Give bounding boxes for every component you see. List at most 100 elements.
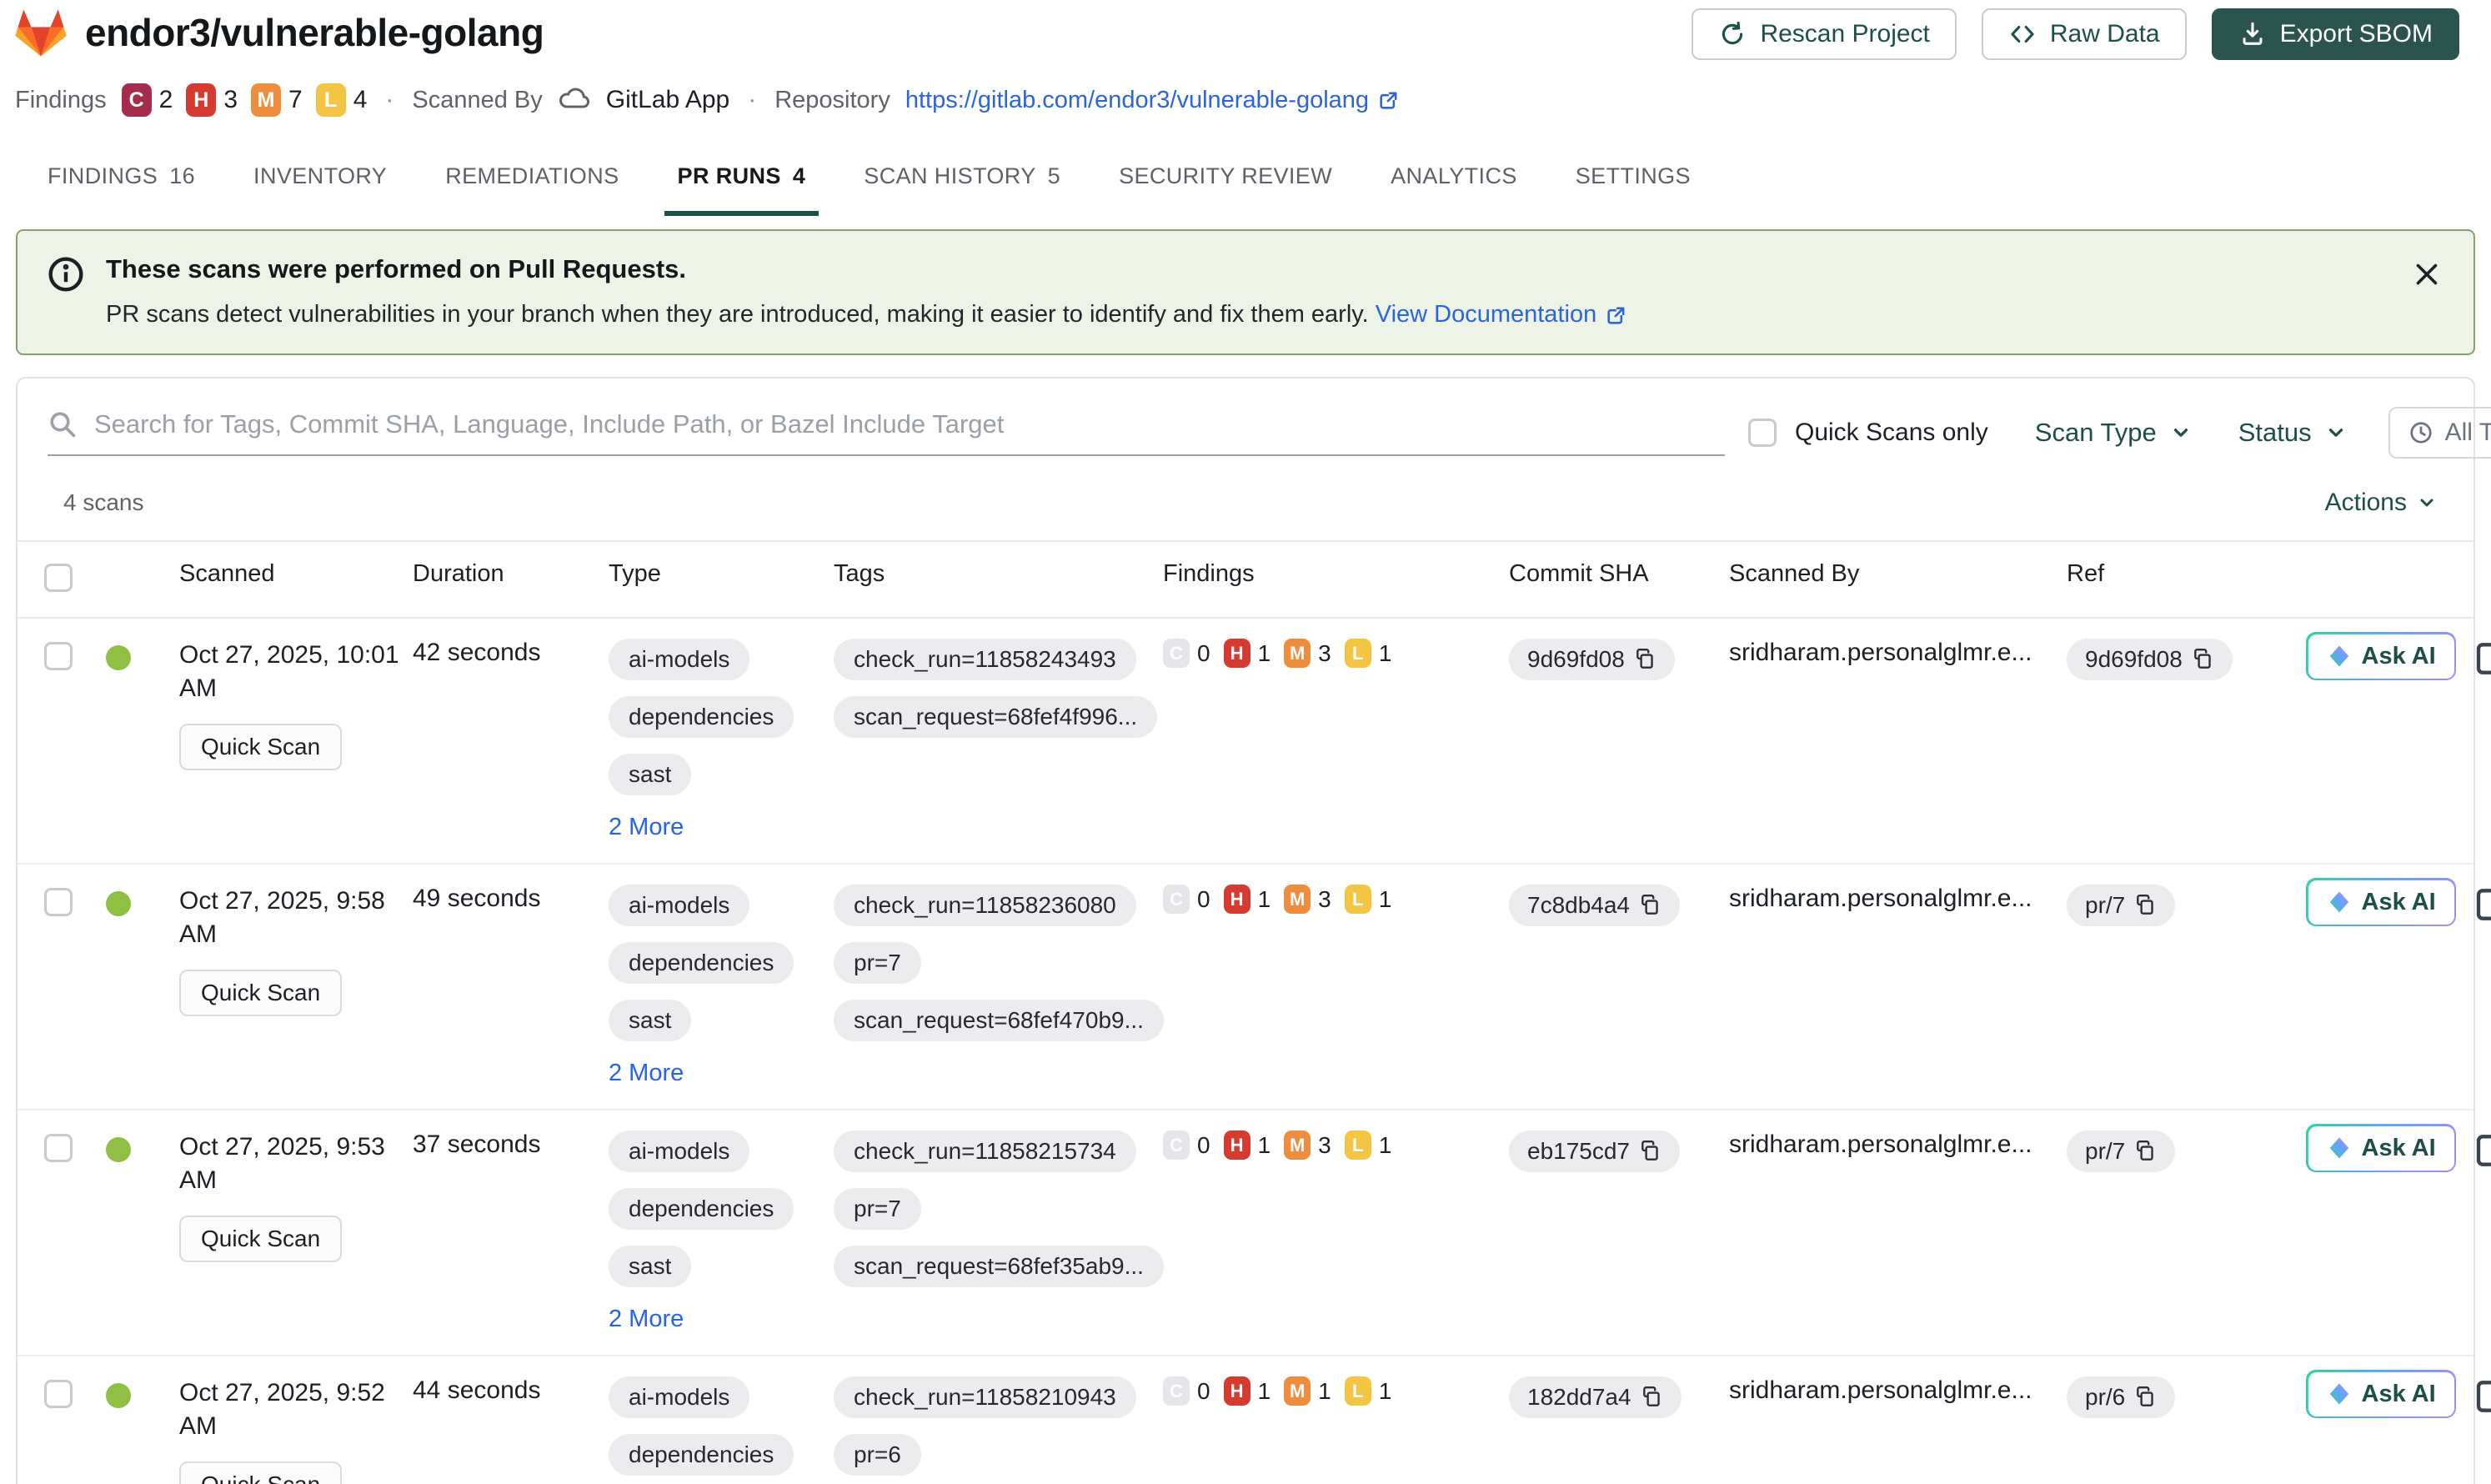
scan-count: 4 scans (63, 489, 144, 515)
banner-body: PR scans detect vulnerabilities in your … (106, 301, 1628, 328)
severity-badge-l: L1 (1344, 1376, 1391, 1406)
repository-link[interactable]: https://gitlab.com/endor3/vulnerable-gol… (905, 87, 1401, 114)
row-checkbox[interactable] (44, 1134, 73, 1162)
tag-pill: scan_request=68fef4f996... (834, 696, 1158, 738)
scanned-by-value: sridharam.personalglmr.e... (1729, 639, 2032, 666)
search-input[interactable] (94, 409, 1725, 439)
tag-pill: pr=6 (834, 1434, 921, 1476)
ref-pill[interactable]: pr/7 (2067, 1131, 2176, 1172)
severity-badge-l: L1 (1344, 885, 1391, 914)
status-filter[interactable]: Status (2238, 418, 2347, 448)
select-all-checkbox[interactable] (44, 564, 73, 592)
table-toolbar: 4 scans Actions (18, 459, 2473, 540)
severity-badge-c: C0 (1163, 1376, 1210, 1406)
copy-icon (1642, 1386, 1660, 1406)
copy-icon (1641, 894, 1658, 915)
ask-ai-button[interactable]: Ask AI (2306, 878, 2457, 926)
tab-security-review[interactable]: SECURITY REVIEW (1115, 163, 1336, 216)
scanned-by-value: sridharam.personalglmr.e... (1729, 885, 2032, 912)
severity-badge-c: C2 (121, 83, 173, 117)
more-types-link[interactable]: 2 More (609, 814, 684, 841)
ask-ai-button[interactable]: Ask AI (2306, 632, 2457, 680)
tag-pill: check_run=11858215734 (834, 1131, 1136, 1172)
copy-icon (2137, 1386, 2153, 1406)
quick-scan-chip[interactable]: Quick Scan (179, 970, 343, 1016)
col-duration: Duration (413, 560, 504, 587)
ai-diamond-icon (2329, 1137, 2348, 1159)
side-panel-icon[interactable] (2474, 640, 2491, 684)
quick-scan-chip[interactable]: Quick Scan (179, 1461, 343, 1484)
tab-inventory[interactable]: INVENTORY (250, 163, 390, 216)
row-checkbox[interactable] (44, 888, 73, 916)
ref-pill[interactable]: 9d69fd08 (2067, 639, 2233, 680)
findings-summary-badges: C2 H3 M7 L4 (121, 83, 367, 117)
table-row: Oct 27, 2025, 9:58 AM Quick Scan 49 seco… (18, 865, 2491, 1110)
export-sbom-button[interactable]: Export SBOM (2211, 8, 2459, 60)
tab-settings[interactable]: SETTINGS (1572, 163, 1694, 216)
severity-badge-m: M7 (251, 83, 303, 117)
scan-date: Oct 27, 2025, 9:52 AM (179, 1379, 385, 1440)
separator-dot: · (385, 86, 394, 113)
copy-icon (2137, 894, 2153, 915)
row-checkbox[interactable] (44, 642, 73, 670)
scanned-by-label: Scanned By (412, 86, 543, 113)
commit-sha-pill[interactable]: 7c8db4a4 (1509, 885, 1681, 926)
quick-scans-checkbox[interactable] (1748, 419, 1777, 447)
quick-scan-chip[interactable]: Quick Scan (179, 1216, 343, 1262)
commit-sha-pill[interactable]: 182dd7a4 (1509, 1376, 1682, 1418)
quick-scan-chip[interactable]: Quick Scan (179, 724, 343, 770)
banner-title: These scans were performed on Pull Reque… (106, 254, 687, 283)
side-panel-icon[interactable] (2474, 1132, 2491, 1176)
tab-findings[interactable]: FINDINGS 16 (44, 163, 198, 216)
severity-badge-h: H1 (1223, 639, 1271, 668)
table-body: Oct 27, 2025, 10:01 AM Quick Scan 42 sec… (18, 619, 2491, 1484)
close-icon[interactable] (2412, 259, 2442, 289)
col-type: Type (609, 560, 661, 587)
tag-pill: dependencies (609, 942, 794, 984)
tab-pr-runs[interactable]: PR RUNS 4 (664, 163, 819, 216)
tag-pill: pr=7 (834, 942, 921, 984)
rescan-project-button[interactable]: Rescan Project (1692, 8, 1957, 60)
severity-badge-c: C0 (1163, 1131, 1210, 1160)
table-header: Scanned Duration Type Tags Findings Comm… (18, 540, 2473, 619)
scans-card: Quick Scans only Scan Type Status All Ti… (16, 377, 2491, 1484)
side-panel-icon[interactable] (2474, 1378, 2491, 1421)
tab-remediations[interactable]: REMEDIATIONS (442, 163, 622, 216)
ask-ai-button[interactable]: Ask AI (2306, 1124, 2457, 1172)
table-row: Oct 27, 2025, 9:53 AM Quick Scan 37 seco… (18, 1110, 2491, 1356)
raw-data-button[interactable]: Raw Data (1981, 8, 2187, 60)
time-range-filter[interactable]: All Time (2388, 407, 2491, 459)
severity-badge-m: M1 (1284, 1376, 1331, 1406)
scan-date: Oct 27, 2025, 9:58 AM (179, 887, 385, 948)
view-documentation-link[interactable]: View Documentation (1376, 301, 1628, 328)
ask-ai-button[interactable]: Ask AI (2306, 1370, 2457, 1418)
scan-type-filter[interactable]: Scan Type (2035, 418, 2192, 448)
severity-badge-m: M3 (1284, 885, 1331, 914)
side-panel-icon[interactable] (2474, 886, 2491, 930)
pr-runs-page: endor3/vulnerable-golang Rescan Project … (0, 0, 2491, 1484)
col-tags: Tags (834, 560, 885, 587)
type-pills: ai-models dependencies sast (609, 639, 822, 795)
table-row: Oct 27, 2025, 10:01 AM Quick Scan 42 sec… (18, 619, 2491, 865)
severity-badge-l: L1 (1344, 1131, 1391, 1160)
ref-pill[interactable]: pr/7 (2067, 885, 2176, 926)
status-success-dot (106, 891, 131, 916)
tag-pill: dependencies (609, 696, 794, 738)
tag-pill: ai-models (609, 639, 750, 680)
tag-pill: ai-models (609, 1376, 750, 1418)
row-checkbox[interactable] (44, 1380, 73, 1408)
commit-sha-pill[interactable]: 9d69fd08 (1509, 639, 1675, 680)
tab-analytics[interactable]: ANALYTICS (1387, 163, 1521, 216)
more-types-link[interactable]: 2 More (609, 1306, 684, 1333)
ai-diamond-icon (2329, 1383, 2348, 1405)
tab-scan-history[interactable]: SCAN HISTORY 5 (860, 163, 1064, 216)
severity-badge-h: H1 (1223, 885, 1271, 914)
more-types-link[interactable]: 2 More (609, 1060, 684, 1087)
external-link-icon (1607, 307, 1625, 324)
search-box[interactable] (48, 409, 1725, 456)
chevron-down-icon (2328, 429, 2343, 437)
scan-date: Oct 27, 2025, 9:53 AM (179, 1133, 385, 1194)
actions-menu[interactable]: Actions (2325, 489, 2437, 517)
ref-pill[interactable]: pr/6 (2067, 1376, 2176, 1418)
commit-sha-pill[interactable]: eb175cd7 (1509, 1131, 1681, 1172)
